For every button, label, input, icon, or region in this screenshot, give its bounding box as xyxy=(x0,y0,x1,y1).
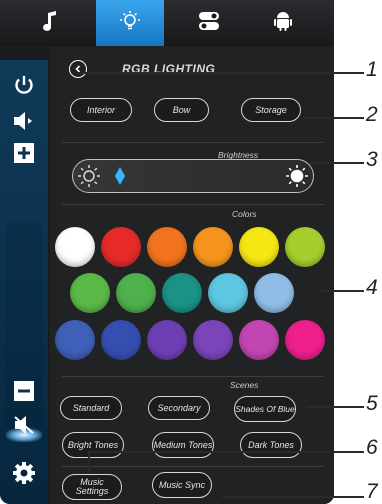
left-sidebar xyxy=(0,60,48,504)
settings-button[interactable] xyxy=(6,460,42,490)
callout-line xyxy=(310,162,364,164)
light-bulb-icon xyxy=(118,9,142,38)
android-icon xyxy=(273,10,293,37)
color-swatch[interactable] xyxy=(193,320,233,360)
music-settings-button[interactable]: Music Settings xyxy=(62,474,122,500)
color-swatch[interactable] xyxy=(208,273,248,313)
minus-icon xyxy=(14,380,34,406)
color-swatch[interactable] xyxy=(285,227,325,267)
callout-line xyxy=(306,117,364,119)
callout-number: 7 xyxy=(366,480,378,503)
tab-switches[interactable] xyxy=(176,0,242,46)
lighting-panel: RGB LIGHTING Interior Bow Storage Bright… xyxy=(50,46,334,504)
tab-music[interactable] xyxy=(18,0,84,46)
divider xyxy=(62,466,324,467)
speaker-volume-icon xyxy=(12,111,36,136)
scene-secondary-button[interactable]: Secondary xyxy=(148,396,210,420)
callout-line xyxy=(88,451,364,453)
color-swatch[interactable] xyxy=(193,227,233,267)
tab-android[interactable] xyxy=(250,0,316,46)
callout-line xyxy=(318,290,364,292)
callout-line xyxy=(88,451,90,473)
color-swatch[interactable] xyxy=(147,227,187,267)
callout-number: 4 xyxy=(366,276,378,299)
color-swatch[interactable] xyxy=(285,320,325,360)
color-swatch[interactable] xyxy=(70,273,110,313)
color-swatch[interactable] xyxy=(239,227,279,267)
scene-medium-tones-button[interactable]: Medium Tones xyxy=(152,432,214,458)
toggle-switch-icon xyxy=(198,11,220,36)
volume-up-button[interactable] xyxy=(6,140,42,170)
color-swatch[interactable] xyxy=(254,273,294,313)
power-icon xyxy=(12,73,36,102)
color-swatch[interactable] xyxy=(101,227,141,267)
scene-bright-tones-button[interactable]: Bright Tones xyxy=(62,432,124,458)
callout-line xyxy=(78,72,364,74)
settings-gear-icon xyxy=(12,461,36,490)
power-button[interactable] xyxy=(6,72,42,102)
callout-number: 1 xyxy=(366,58,378,81)
color-swatch[interactable] xyxy=(55,227,95,267)
color-swatch-grid xyxy=(50,46,334,366)
phone-screen: RGB LIGHTING Interior Bow Storage Bright… xyxy=(0,0,334,504)
callout-line xyxy=(222,496,364,498)
color-swatch[interactable] xyxy=(239,320,279,360)
callout-number: 6 xyxy=(366,436,378,459)
top-tab-bar xyxy=(0,0,334,46)
tab-lighting[interactable] xyxy=(96,0,164,46)
color-swatch[interactable] xyxy=(116,273,156,313)
callout-number: 3 xyxy=(366,148,378,171)
volume-button[interactable] xyxy=(6,108,42,138)
scene-dark-tones-button[interactable]: Dark Tones xyxy=(240,432,302,458)
callout-number: 5 xyxy=(366,392,378,415)
color-swatch[interactable] xyxy=(162,273,202,313)
plus-icon xyxy=(14,142,34,168)
mute-button[interactable] xyxy=(6,412,42,442)
scene-standard-button[interactable]: Standard xyxy=(60,396,122,420)
color-swatch[interactable] xyxy=(55,320,95,360)
scenes-label: Scenes xyxy=(230,380,259,390)
color-swatch[interactable] xyxy=(147,320,187,360)
color-swatch[interactable] xyxy=(101,320,141,360)
callout-line xyxy=(306,406,364,408)
music-sync-button[interactable]: Music Sync xyxy=(152,472,212,498)
callout-number: 2 xyxy=(366,103,378,126)
volume-down-button[interactable] xyxy=(6,378,42,408)
mute-icon xyxy=(12,414,36,441)
divider xyxy=(62,376,324,377)
music-note-icon xyxy=(42,10,60,37)
scene-shades-of-blue-button[interactable]: Shades Of Blue xyxy=(234,396,296,422)
